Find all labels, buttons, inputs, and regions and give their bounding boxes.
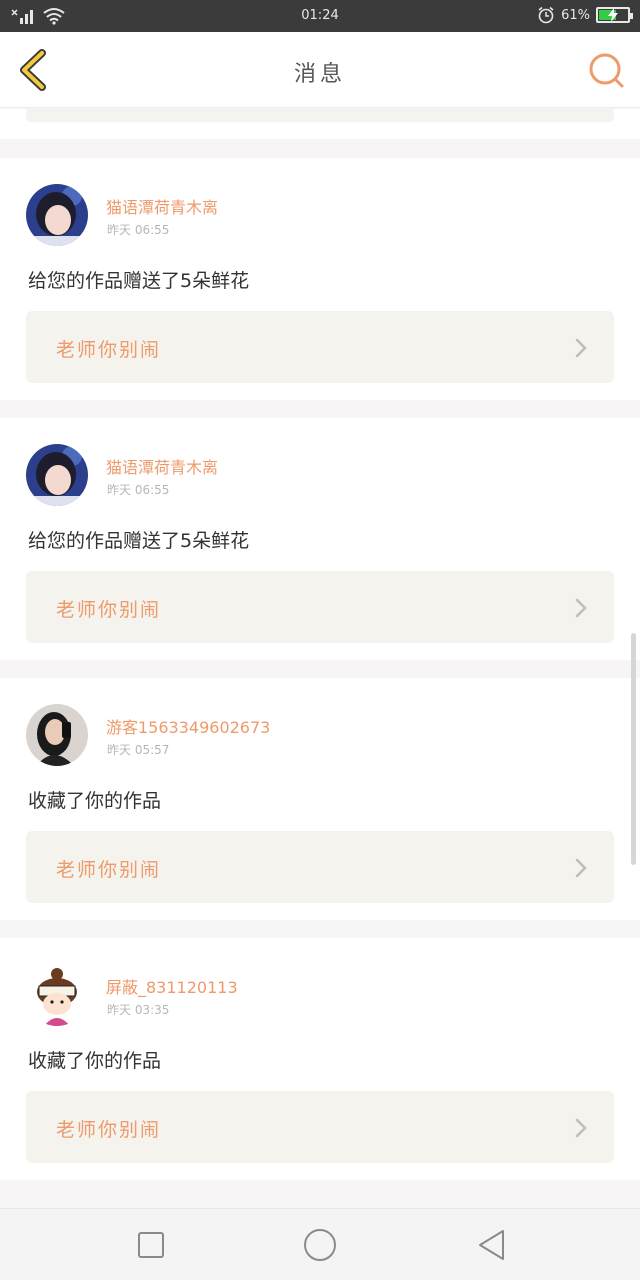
avatar-cartoon-icon xyxy=(26,964,88,1026)
home-button[interactable] xyxy=(302,1227,338,1263)
user-avatar[interactable] xyxy=(26,704,88,766)
username[interactable]: 游客1563349602673 xyxy=(106,714,270,738)
status-right: 61% xyxy=(537,6,633,24)
work-link[interactable]: 老师你别闹 xyxy=(26,1091,614,1163)
alarm-clock-icon xyxy=(538,6,554,24)
charging-bolt-icon xyxy=(608,8,618,22)
avatar-girl-phone-icon xyxy=(26,704,88,766)
work-title: 老师你别闹 xyxy=(56,339,162,361)
work-link[interactable]: 老师你别闹 xyxy=(26,311,614,383)
message-card: 猫语潭荷青木离 昨天 06:55 给您的作品赠送了5朵鲜花 老师你别闹 xyxy=(0,158,640,400)
message-card: 猫语潭荷青木离 昨天 06:55 给您的作品赠送了5朵鲜花 老师你别闹 xyxy=(0,418,640,660)
message-text: 给您的作品赠送了5朵鲜花 xyxy=(28,530,250,552)
circle-icon xyxy=(304,1229,336,1261)
previous-card-partial xyxy=(0,109,640,139)
username[interactable]: 猫语潭荷青木离 xyxy=(106,194,218,218)
avatar-girl-blue-icon xyxy=(26,444,88,506)
scrollbar[interactable] xyxy=(631,633,636,865)
battery-percent: 61% xyxy=(561,7,590,23)
timestamp: 昨天 03:35 xyxy=(107,1003,170,1017)
work-link[interactable]: 老师你别闹 xyxy=(26,571,614,643)
username[interactable]: 屏蔽_831120113 xyxy=(106,974,238,998)
avatar-girl-blue-icon xyxy=(26,184,88,246)
app-header: 消息 xyxy=(0,32,640,108)
page-title: 消息 xyxy=(293,62,346,87)
username[interactable]: 猫语潭荷青木离 xyxy=(106,454,218,478)
work-title: 老师你别闹 xyxy=(56,599,162,621)
chevron-right-icon xyxy=(575,1118,587,1138)
message-text: 收藏了你的作品 xyxy=(28,790,162,812)
recent-apps-button[interactable] xyxy=(133,1227,169,1263)
timestamp: 昨天 05:57 xyxy=(107,743,170,757)
square-icon xyxy=(138,1232,164,1258)
battery-icon xyxy=(596,7,633,23)
system-nav-bar xyxy=(0,1208,640,1280)
search-button[interactable] xyxy=(586,50,626,90)
user-avatar[interactable] xyxy=(26,444,88,506)
search-icon xyxy=(589,53,624,88)
user-avatar[interactable] xyxy=(26,184,88,246)
chevron-right-icon xyxy=(575,858,587,878)
triangle-back-icon xyxy=(479,1230,504,1260)
work-link[interactable]: 老师你别闹 xyxy=(26,831,614,903)
system-back-button[interactable] xyxy=(474,1227,510,1263)
message-text: 收藏了你的作品 xyxy=(28,1050,162,1072)
message-list[interactable]: 猫语潭荷青木离 昨天 06:55 给您的作品赠送了5朵鲜花 老师你别闹 猫语潭荷… xyxy=(0,109,640,1208)
timestamp: 昨天 06:55 xyxy=(107,483,170,497)
chevron-right-icon xyxy=(575,598,587,618)
message-card: 游客1563349602673 昨天 05:57 收藏了你的作品 老师你别闹 xyxy=(0,678,640,920)
timestamp: 昨天 06:55 xyxy=(107,223,170,237)
message-text: 给您的作品赠送了5朵鲜花 xyxy=(28,270,250,292)
work-title: 老师你别闹 xyxy=(56,859,162,881)
status-bar: 01:24 61% xyxy=(0,0,640,32)
work-title: 老师你别闹 xyxy=(56,1119,162,1141)
message-card: 屏蔽_831120113 昨天 03:35 收藏了你的作品 老师你别闹 xyxy=(0,938,640,1180)
user-avatar[interactable] xyxy=(26,964,88,1026)
chevron-right-icon xyxy=(575,338,587,358)
